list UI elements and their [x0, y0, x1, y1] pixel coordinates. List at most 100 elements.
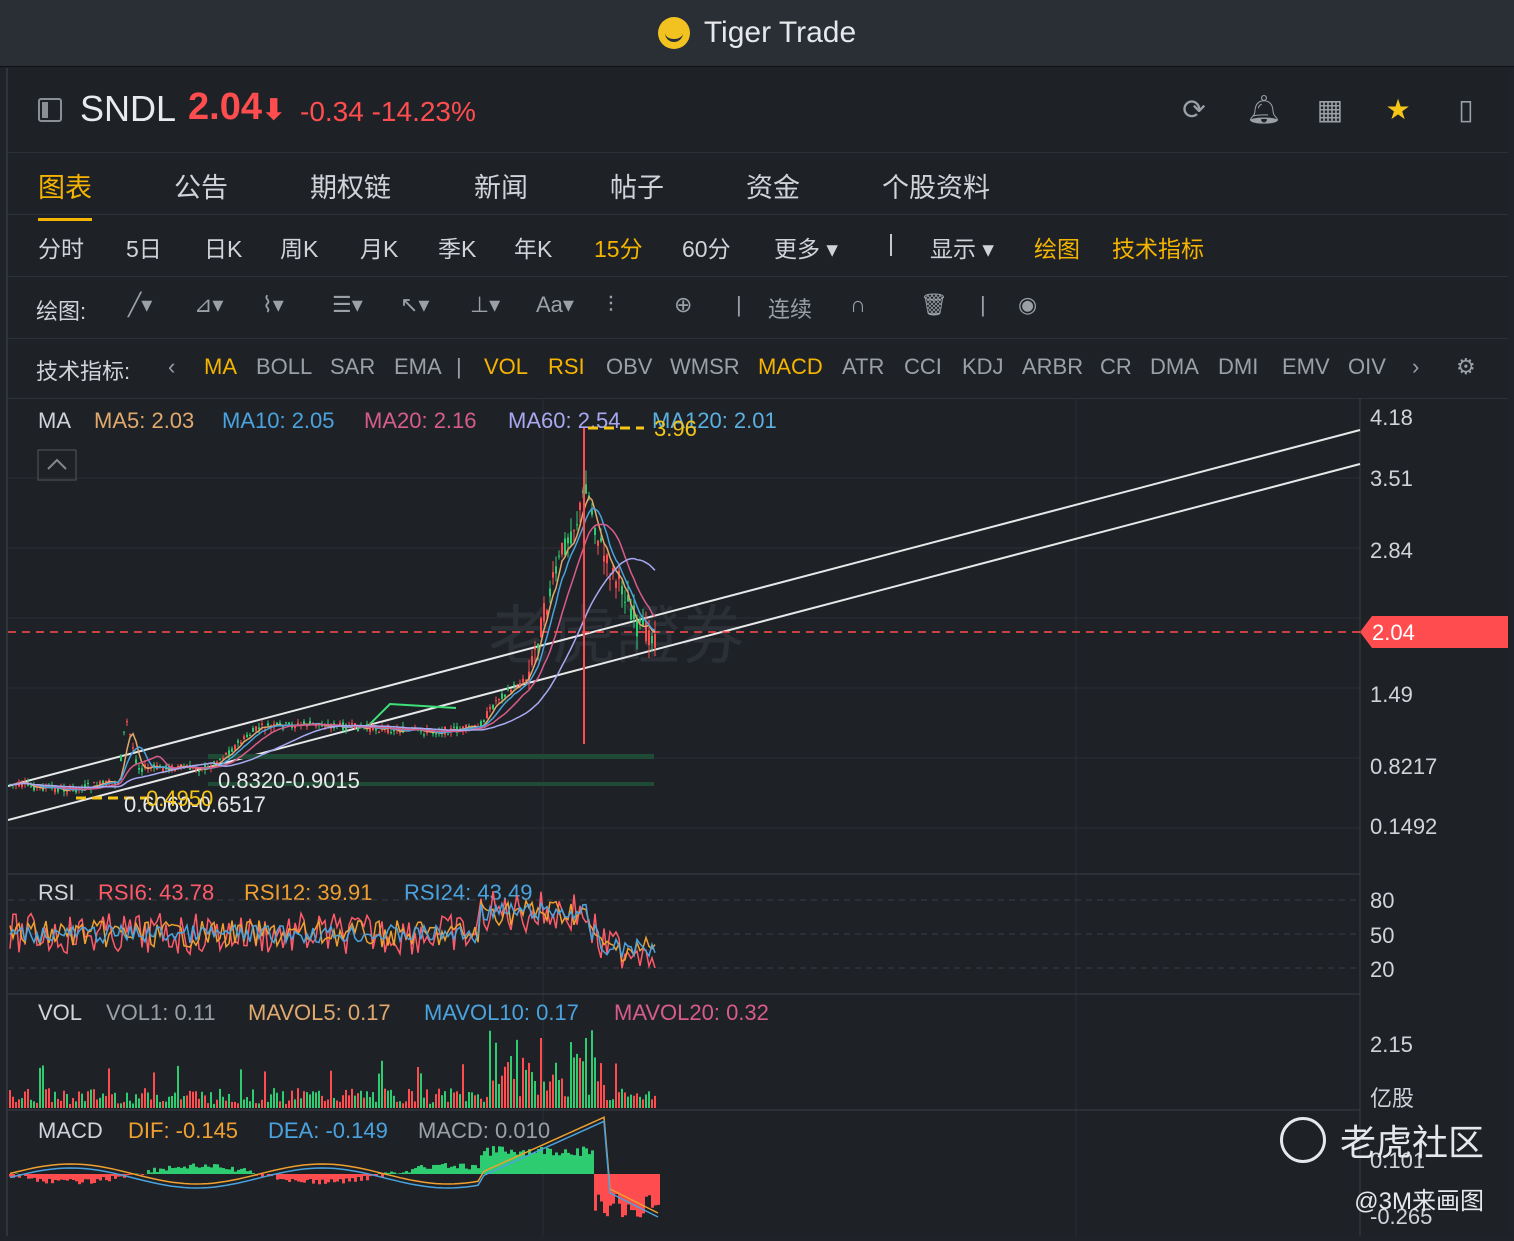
indicator-dma[interactable]: DMA	[1150, 354, 1199, 380]
wave-tool-icon[interactable]: ⌇▾	[262, 292, 284, 318]
settings-gear-icon[interactable]: ⚙	[1456, 354, 1476, 380]
period-yearly[interactable]: 年K	[514, 230, 552, 264]
star-icon[interactable]: ★	[1382, 94, 1414, 126]
period-daily[interactable]: 日K	[204, 230, 242, 264]
candle-body	[552, 572, 554, 578]
period-5day[interactable]: 5日	[126, 230, 162, 264]
macd-bar	[594, 1174, 597, 1211]
channel-tool-icon[interactable]: ⊿▾	[194, 292, 223, 318]
magnet-icon[interactable]: ∩	[850, 292, 866, 318]
macd-bar	[567, 1153, 570, 1174]
range1-label: 0.8320-0.9015	[218, 768, 360, 793]
candle-body	[222, 758, 224, 759]
macd-bar	[447, 1168, 450, 1174]
indicator-kdj[interactable]: KDJ	[962, 354, 1004, 380]
scroll-left-icon[interactable]: ‹	[168, 354, 175, 380]
volume-bar	[285, 1104, 287, 1108]
volume-bar	[255, 1103, 257, 1108]
period-intraday[interactable]: 分时	[38, 230, 84, 264]
tab-profile[interactable]: 个股资料	[882, 166, 990, 205]
indicator-atr[interactable]: ATR	[842, 354, 884, 380]
macd-bar	[441, 1164, 444, 1174]
macd-bar	[57, 1174, 60, 1181]
candle-body	[585, 484, 587, 493]
macd-bar	[534, 1153, 537, 1174]
candle-body	[603, 556, 605, 562]
macd-bar	[36, 1174, 39, 1182]
volume-bars	[9, 1030, 656, 1108]
period-15min[interactable]: 15分	[594, 230, 643, 264]
draw-toggle[interactable]: 绘图	[1034, 230, 1080, 264]
volume-bar	[225, 1101, 227, 1108]
indicator-emv[interactable]: EMV	[1282, 354, 1330, 380]
indicator-dmi[interactable]: DMI	[1218, 354, 1258, 380]
macd-bar	[195, 1167, 198, 1174]
indicator-ma[interactable]: MA	[204, 354, 237, 380]
tab-capital[interactable]: 资金	[746, 166, 800, 205]
scroll-right-icon[interactable]: ›	[1412, 354, 1419, 380]
indicator-toggle[interactable]: 技术指标	[1112, 230, 1204, 264]
macd-bar	[183, 1167, 186, 1174]
macd-bar	[474, 1165, 477, 1174]
chart-area[interactable]: 老虎證券 MA MA5: 2.03 MA10: 2.05 MA20: 2.16 …	[8, 398, 1508, 1236]
volume-bar	[603, 1085, 605, 1108]
macd-bar	[531, 1153, 534, 1174]
indicator-rsi[interactable]: RSI	[548, 354, 585, 380]
indicator-oiv[interactable]: OIV	[1348, 354, 1386, 380]
measure-tool-icon[interactable]: ⊥▾	[470, 292, 500, 318]
macd-bar	[597, 1174, 600, 1195]
period-60min[interactable]: 60分	[682, 230, 731, 264]
trendline-upper[interactable]	[8, 430, 1360, 786]
display-menu[interactable]: 显示 ▾	[930, 230, 994, 264]
tab-options[interactable]: 期权链	[310, 166, 391, 205]
continuous-draw-button[interactable]: 连续	[768, 292, 812, 324]
support-zone-1[interactable]	[208, 754, 654, 759]
indicator-arbr[interactable]: ARBR	[1022, 354, 1083, 380]
candle-tool-icon[interactable]: ⫶	[608, 292, 614, 318]
indicator-obv[interactable]: OBV	[606, 354, 652, 380]
tab-posts[interactable]: 帖子	[610, 166, 664, 205]
tab-announcements[interactable]: 公告	[174, 166, 228, 205]
eye-icon[interactable]: ◉	[1018, 292, 1037, 318]
volume-bar	[576, 1054, 578, 1108]
price-tick: 3.51	[1370, 466, 1413, 491]
arrow-tool-icon[interactable]: ↖▾	[400, 292, 429, 318]
chart-canvas[interactable]: 老虎證券 MA MA5: 2.03 MA10: 2.05 MA20: 2.16 …	[8, 398, 1508, 1236]
indicator-vol[interactable]: VOL	[484, 354, 528, 380]
period-monthly[interactable]: 月K	[360, 230, 398, 264]
indicator-boll[interactable]: BOLL	[256, 354, 312, 380]
volume-bar	[45, 1089, 47, 1108]
fib-tool-icon[interactable]: ☰▾	[332, 292, 363, 318]
sidebar-toggle-icon[interactable]	[38, 98, 62, 122]
period-weekly[interactable]: 周K	[280, 230, 318, 264]
trash-icon[interactable]: 🗑︎	[920, 292, 948, 318]
price-tick: 0.8217	[1370, 754, 1437, 779]
candle-body	[597, 540, 599, 546]
indicator-macd[interactable]: MACD	[758, 354, 823, 380]
zoom-icon[interactable]: ⊕	[674, 292, 692, 318]
macd-bar	[249, 1171, 252, 1174]
volume-bar	[591, 1030, 593, 1108]
macd-bar	[570, 1154, 573, 1174]
tab-chart[interactable]: 图表	[38, 166, 92, 205]
text-tool-icon[interactable]: Aa▾	[536, 292, 574, 318]
period-more[interactable]: 更多 ▾	[774, 230, 838, 264]
grid-icon[interactable]: ▦	[1314, 94, 1346, 126]
macd-bar	[453, 1166, 456, 1174]
panel-icon[interactable]: ▯	[1450, 94, 1482, 126]
indicator-wmsr[interactable]: WMSR	[670, 354, 740, 380]
refresh-icon[interactable]: ⟳	[1178, 94, 1210, 126]
line-tool-icon[interactable]: ╱▾	[128, 292, 152, 318]
indicator-sar[interactable]: SAR	[330, 354, 375, 380]
volume-bar	[477, 1094, 479, 1108]
candle-body	[504, 695, 506, 697]
indicator-cr[interactable]: CR	[1100, 354, 1132, 380]
volume-bar	[504, 1067, 506, 1108]
indicator-ema[interactable]: EMA	[394, 354, 442, 380]
indicator-cci[interactable]: CCI	[904, 354, 942, 380]
bell-icon[interactable]: 🔔︎	[1246, 94, 1278, 126]
low-label: 0.4950	[146, 786, 213, 811]
collapse-button[interactable]	[38, 450, 76, 480]
period-quarterly[interactable]: 季K	[438, 230, 476, 264]
tab-news[interactable]: 新闻	[474, 166, 528, 205]
